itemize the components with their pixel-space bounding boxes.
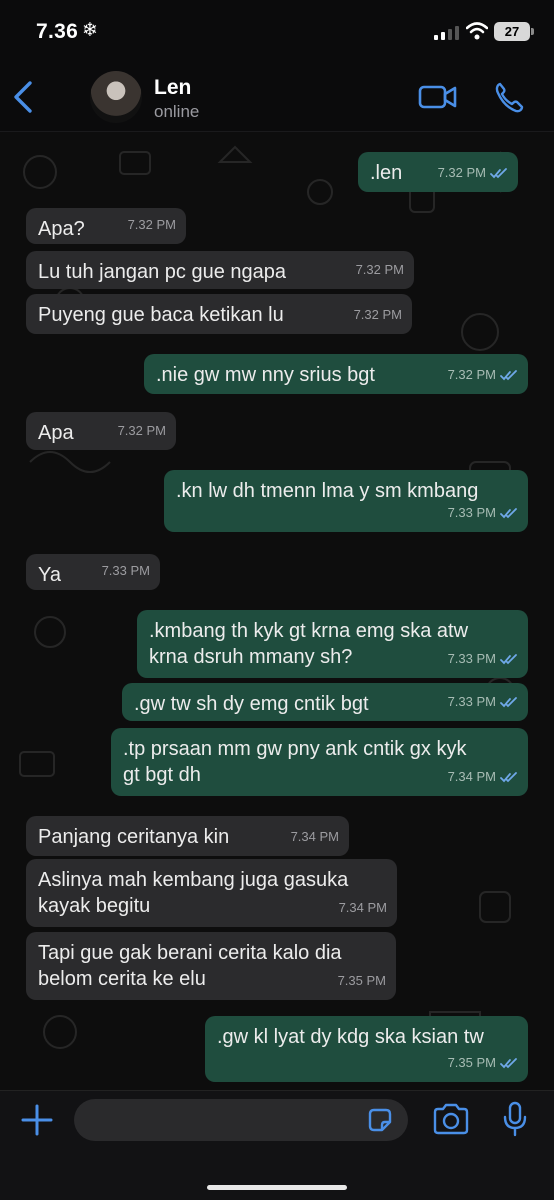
message-meta: 7.32 PM xyxy=(448,362,518,388)
message-list[interactable]: .len 7.32 PM Apa? 7.32 PM Lu tuh jangan pc g… xyxy=(0,132,554,1090)
message-text: .kn lw dh tmenn lma y sm kmbang xyxy=(176,480,479,502)
message-meta: 7.33 PM xyxy=(448,500,518,526)
message-text: Aslinya mah kembang juga gasuka kayak be… xyxy=(38,869,349,917)
message-time: 7.34 PM xyxy=(447,769,496,784)
message-input[interactable] xyxy=(74,1099,408,1141)
message-time: 7.32 PM xyxy=(447,367,496,382)
message-text: Ya xyxy=(38,564,61,586)
outgoing-message-bubble[interactable]: .gw kl lyat dy kdg ska ksian tw 7.35 PM xyxy=(205,1016,528,1082)
message-text: .tp prsaan mm gw pny ank cntik gx kyk gt… xyxy=(123,738,467,786)
message-time: 7.33 PM xyxy=(447,694,496,709)
message-text: Puyeng gue baca ketikan lu xyxy=(38,304,284,326)
message-meta: 7.34 PM xyxy=(448,764,518,790)
contact-status: online xyxy=(154,102,200,121)
sticker-icon[interactable] xyxy=(366,1106,394,1134)
avatar[interactable] xyxy=(90,71,142,123)
wifi-icon xyxy=(466,22,488,40)
message-text: Panjang ceritanya kin xyxy=(38,826,230,848)
message-time: 7.33 PM xyxy=(447,651,496,666)
message-text: .gw tw sh dy emg cntik bgt xyxy=(134,693,369,715)
message-text: .nie gw mw nny srius bgt xyxy=(156,364,375,386)
message-meta: 7.32 PM xyxy=(354,302,402,328)
cellular-signal-icon xyxy=(434,26,459,40)
message-meta: 7.32 PM xyxy=(118,418,166,444)
message-text: Apa xyxy=(38,422,74,444)
outgoing-message-bubble[interactable]: .tp prsaan mm gw pny ank cntik gx kyk gt… xyxy=(111,728,528,796)
message-time: 7.32 PM xyxy=(117,423,166,438)
incoming-message-bubble[interactable]: Tapi gue gak berani cerita kalo dia belo… xyxy=(26,932,396,1000)
microphone-icon[interactable] xyxy=(502,1101,528,1137)
message-text: Tapi gue gak berani cerita kalo dia belo… xyxy=(38,942,342,990)
snowflake-icon: ❄ xyxy=(82,20,98,41)
message-meta: 7.32 PM xyxy=(438,160,508,186)
message-time: 7.32 PM xyxy=(437,165,486,180)
incoming-message-bubble[interactable]: Apa 7.32 PM xyxy=(26,412,176,450)
message-time: 7.33 PM xyxy=(447,505,496,520)
message-text: Lu tuh jangan pc gue ngapa xyxy=(38,261,286,283)
message-meta: 7.34 PM xyxy=(291,824,339,850)
video-camera-icon[interactable] xyxy=(418,83,458,111)
home-indicator xyxy=(207,1185,347,1190)
message-meta: 7.33 PM xyxy=(102,558,150,584)
message-text: Apa? xyxy=(38,218,85,240)
double-check-icon xyxy=(500,369,517,380)
message-time: 7.33 PM xyxy=(101,563,150,578)
double-check-icon xyxy=(500,653,517,664)
outgoing-message-bubble[interactable]: .len 7.32 PM xyxy=(358,152,518,192)
double-check-icon xyxy=(500,1057,517,1068)
outgoing-message-bubble[interactable]: .nie gw mw nny srius bgt 7.32 PM xyxy=(144,354,528,394)
message-meta: 7.33 PM xyxy=(448,646,518,672)
plus-icon[interactable] xyxy=(20,1103,54,1137)
phone-icon[interactable] xyxy=(494,81,524,113)
message-meta: 7.33 PM xyxy=(448,689,518,715)
message-text: .len xyxy=(370,162,403,184)
battery-icon: 27 xyxy=(494,22,534,41)
message-time: 7.32 PM xyxy=(355,262,404,277)
message-time: 7.34 PM xyxy=(290,829,339,844)
outgoing-message-bubble[interactable]: .kmbang th kyk gt krna emg ska atw krna … xyxy=(137,610,528,678)
chevron-left-icon[interactable] xyxy=(10,80,36,114)
incoming-message-bubble[interactable]: Aslinya mah kembang juga gasuka kayak be… xyxy=(26,859,397,927)
incoming-message-bubble[interactable]: Ya 7.33 PM xyxy=(26,554,160,590)
message-time: 7.35 PM xyxy=(447,1055,496,1070)
incoming-message-bubble[interactable]: Panjang ceritanya kin 7.34 PM xyxy=(26,816,349,856)
chat-header: Len online xyxy=(0,62,554,132)
message-text: .gw kl lyat dy kdg ska ksian tw xyxy=(217,1026,484,1048)
message-time: 7.32 PM xyxy=(127,217,176,232)
input-bar xyxy=(0,1090,554,1200)
double-check-icon xyxy=(500,771,517,782)
message-time: 7.32 PM xyxy=(353,307,402,322)
double-check-icon xyxy=(490,167,507,178)
message-time: 7.34 PM xyxy=(338,900,387,915)
incoming-message-bubble[interactable]: Apa? 7.32 PM xyxy=(26,208,186,244)
message-time: 7.35 PM xyxy=(337,973,386,988)
message-meta: 7.35 PM xyxy=(448,1050,518,1076)
message-meta: 7.32 PM xyxy=(356,257,404,283)
double-check-icon xyxy=(500,696,517,707)
camera-icon[interactable] xyxy=(432,1103,470,1135)
outgoing-message-bubble[interactable]: .kn lw dh tmenn lma y sm kmbang 7.33 PM xyxy=(164,470,528,532)
incoming-message-bubble[interactable]: Lu tuh jangan pc gue ngapa 7.32 PM xyxy=(26,251,414,289)
status-bar: 7.36 ❄ 27 xyxy=(0,0,554,62)
status-time: 7.36 xyxy=(36,20,79,43)
message-meta: 7.34 PM xyxy=(339,895,387,921)
outgoing-message-bubble[interactable]: .gw tw sh dy emg cntik bgt 7.33 PM xyxy=(122,683,528,721)
message-meta: 7.35 PM xyxy=(338,968,386,994)
contact-name[interactable]: Len xyxy=(154,76,191,100)
incoming-message-bubble[interactable]: Puyeng gue baca ketikan lu 7.32 PM xyxy=(26,294,412,334)
message-meta: 7.32 PM xyxy=(128,212,176,238)
message-text: .kmbang th kyk gt krna emg ska atw krna … xyxy=(149,620,469,668)
double-check-icon xyxy=(500,507,517,518)
